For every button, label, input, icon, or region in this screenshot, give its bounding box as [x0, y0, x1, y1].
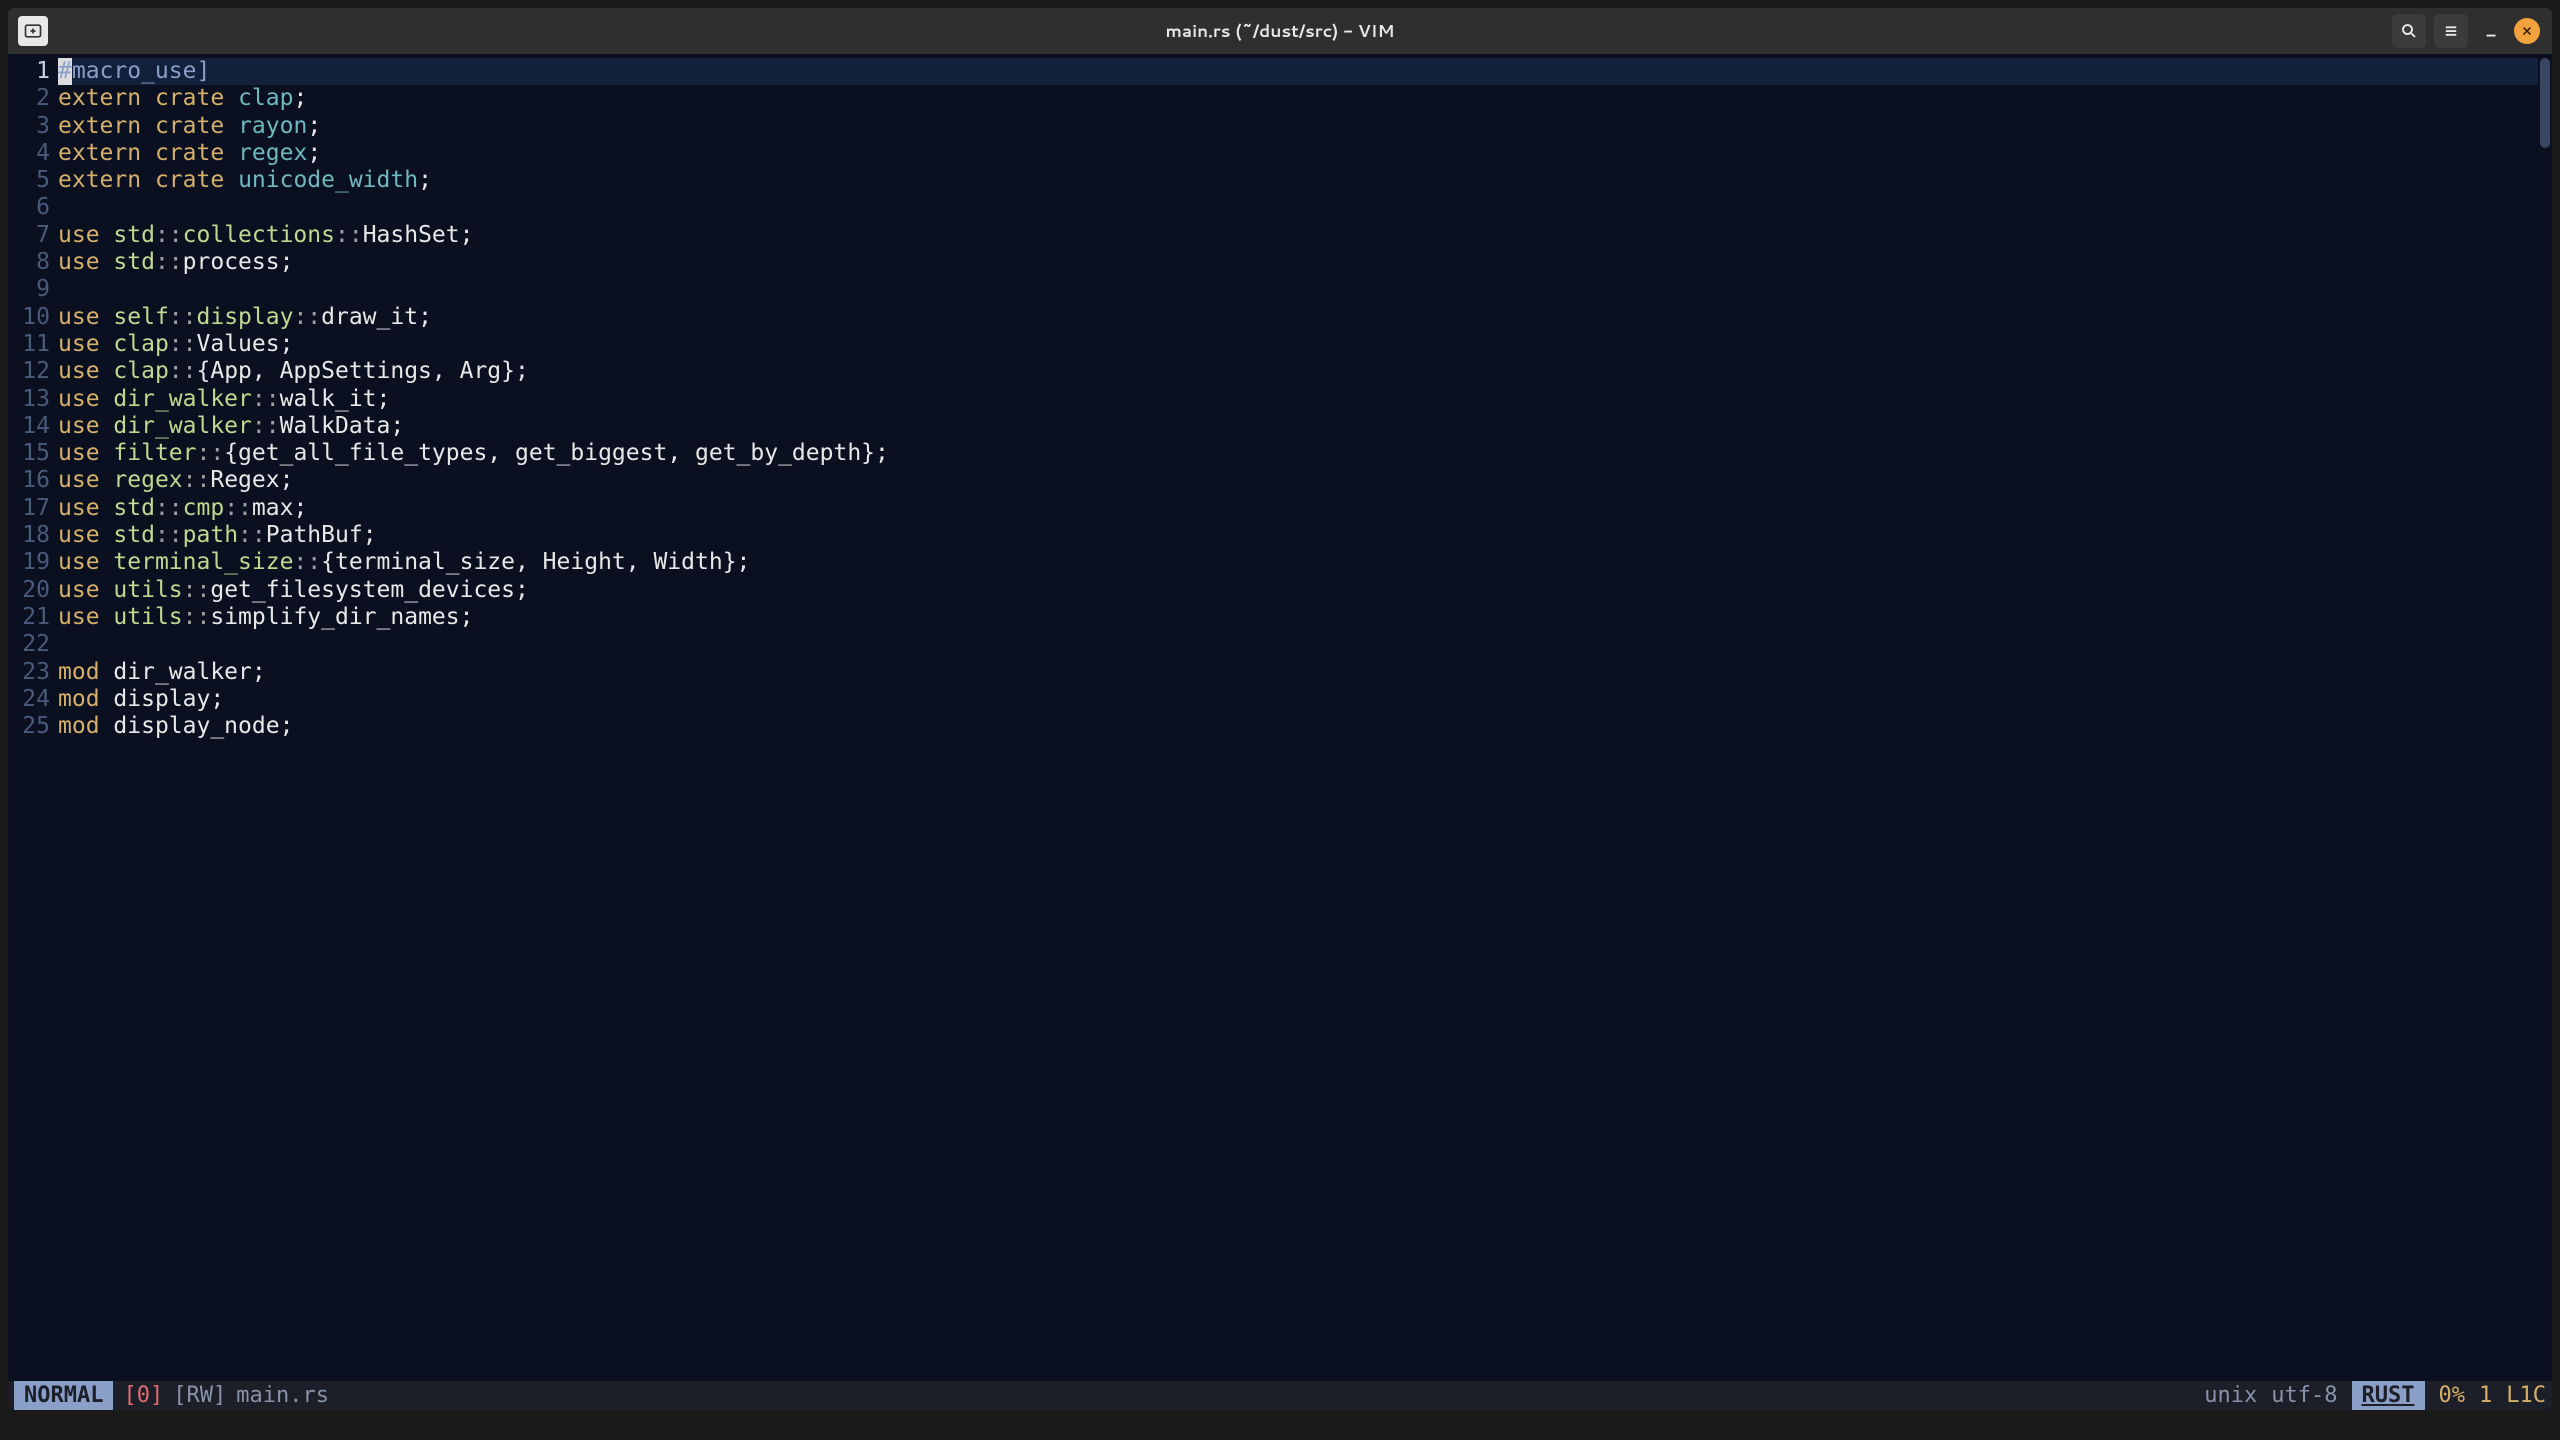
line-number: 8	[8, 249, 50, 276]
line-number: 14	[8, 413, 50, 440]
line-number: 7	[8, 222, 50, 249]
code-line[interactable]: use std::collections::HashSet;	[58, 222, 2538, 249]
code-line[interactable]: use self::display::draw_it;	[58, 304, 2538, 331]
code-line[interactable]: use utils::get_filesystem_devices;	[58, 577, 2538, 604]
line-number: 6	[8, 194, 50, 221]
file-flags: [RW]	[173, 1381, 226, 1410]
line-number-gutter: 1234567891011121314151617181920212223242…	[8, 58, 58, 1381]
code-line[interactable]: extern crate rayon;	[58, 113, 2538, 140]
column-indicator: L1C	[2506, 1381, 2546, 1410]
cursor: #	[58, 58, 72, 85]
line-number: 17	[8, 495, 50, 522]
code-line[interactable]: use dir_walker::WalkData;	[58, 413, 2538, 440]
line-number: 9	[8, 276, 50, 303]
register-indicator: [0]	[123, 1381, 163, 1410]
line-number: 22	[8, 631, 50, 658]
code-line[interactable]: use regex::Regex;	[58, 467, 2538, 494]
code-line[interactable]: extern crate unicode_width;	[58, 167, 2538, 194]
window-title: main.rs (~/dust/src) - VIM	[8, 19, 2552, 43]
language-indicator: RUST	[2352, 1381, 2425, 1410]
line-number: 3	[8, 113, 50, 140]
code-line[interactable]: use clap::{App, AppSettings, Arg};	[58, 358, 2538, 385]
code-line[interactable]	[58, 631, 2538, 658]
scrollbar-track[interactable]	[2538, 58, 2552, 1381]
fileformat-indicator: unix	[2204, 1381, 2257, 1410]
code-line[interactable]: use utils::simplify_dir_names;	[58, 604, 2538, 631]
line-number: 13	[8, 386, 50, 413]
line-number: 2	[8, 85, 50, 112]
code-line[interactable]: use std::path::PathBuf;	[58, 522, 2538, 549]
mode-indicator: NORMAL	[14, 1381, 113, 1410]
close-button[interactable]	[2514, 18, 2540, 44]
terminal-window: main.rs (~/dust/src) - VIM 1234567891011…	[8, 8, 2552, 1410]
statusbar: NORMAL [0] [RW] main.rs unix utf-8 RUST …	[8, 1381, 2552, 1410]
line-number: 5	[8, 167, 50, 194]
line-number: 16	[8, 467, 50, 494]
code-line[interactable]: use terminal_size::{terminal_size, Heigh…	[58, 549, 2538, 576]
code-line[interactable]	[58, 194, 2538, 221]
line-number: 4	[8, 140, 50, 167]
line-number: 19	[8, 549, 50, 576]
line-number: 23	[8, 659, 50, 686]
code-line[interactable]: use std::cmp::max;	[58, 495, 2538, 522]
code-line[interactable]: mod display_node;	[58, 713, 2538, 740]
code-line[interactable]	[58, 276, 2538, 303]
line-number: 11	[8, 331, 50, 358]
code-content[interactable]: #[macro_use]extern crate clap;extern cra…	[58, 58, 2538, 1381]
menu-button[interactable]	[2434, 14, 2468, 48]
filename-indicator: main.rs	[236, 1381, 329, 1410]
line-number: 25	[8, 713, 50, 740]
line-number: 21	[8, 604, 50, 631]
line-number: 12	[8, 358, 50, 385]
code-line[interactable]: use filter::{get_all_file_types, get_big…	[58, 440, 2538, 467]
code-line[interactable]: extern crate regex;	[58, 140, 2538, 167]
code-line[interactable]: use clap::Values;	[58, 331, 2538, 358]
line-number: 24	[8, 686, 50, 713]
editor-area[interactable]: 1234567891011121314151617181920212223242…	[8, 54, 2552, 1381]
new-tab-button[interactable]	[18, 16, 48, 46]
titlebar: main.rs (~/dust/src) - VIM	[8, 8, 2552, 54]
percent-indicator: 0%	[2439, 1381, 2466, 1410]
encoding-indicator: utf-8	[2271, 1381, 2337, 1410]
code-line[interactable]: #[macro_use]	[58, 58, 2538, 85]
code-line[interactable]: mod display;	[58, 686, 2538, 713]
scrollbar-thumb[interactable]	[2540, 58, 2550, 148]
line-number: 18	[8, 522, 50, 549]
line-indicator: 1	[2479, 1381, 2492, 1410]
code-line[interactable]: use dir_walker::walk_it;	[58, 386, 2538, 413]
line-number: 10	[8, 304, 50, 331]
line-number: 20	[8, 577, 50, 604]
code-line[interactable]: use std::process;	[58, 249, 2538, 276]
code-line[interactable]: extern crate clap;	[58, 85, 2538, 112]
minimize-button[interactable]	[2476, 14, 2506, 48]
search-button[interactable]	[2392, 14, 2426, 48]
line-number: 15	[8, 440, 50, 467]
code-line[interactable]: mod dir_walker;	[58, 659, 2538, 686]
line-number: 1	[8, 58, 50, 85]
